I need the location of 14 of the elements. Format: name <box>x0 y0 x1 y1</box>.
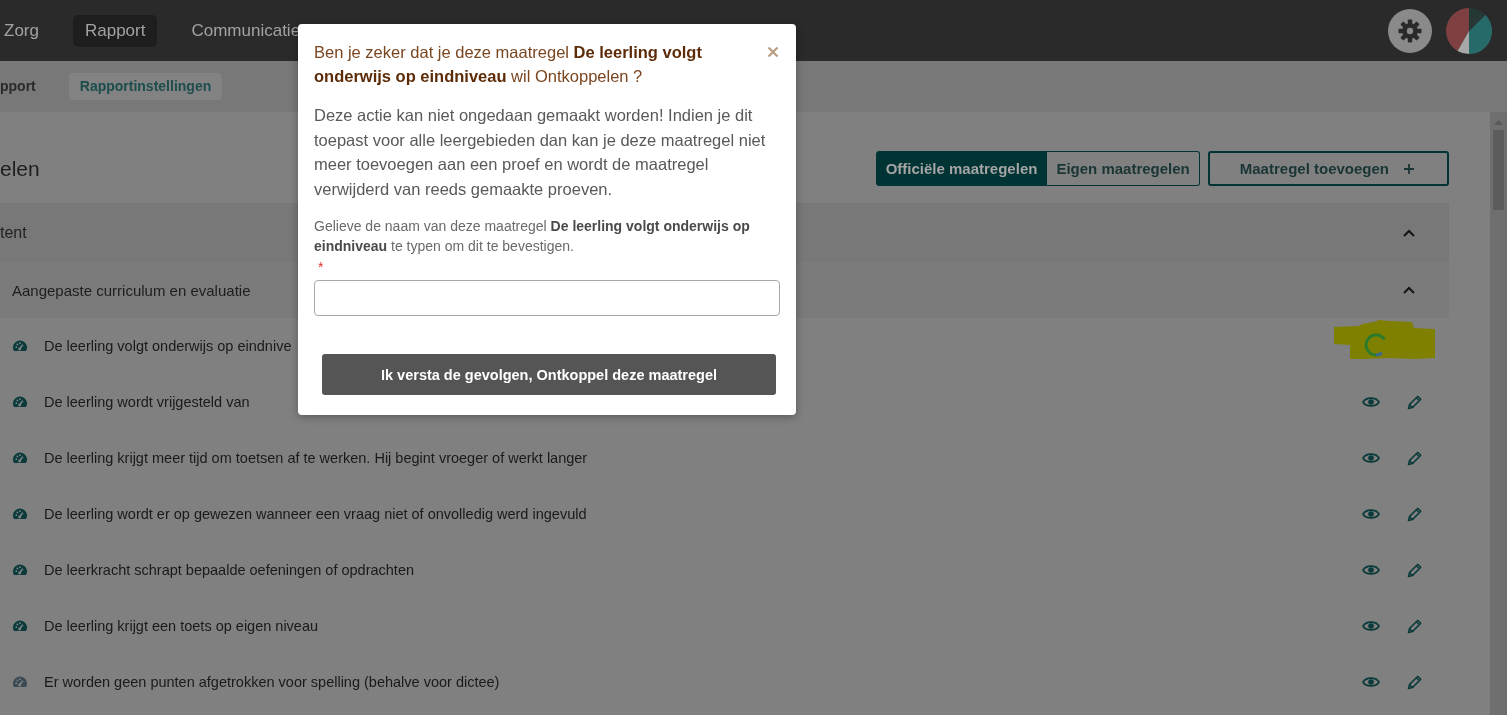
measure-text: De leerling wordt er op gewezen wanneer een vraag niet of onvolledig werd ingevuld <box>44 506 587 522</box>
measure-text: De leerling krijgt meer tijd om toetsen af te werken. Hij begint vroeger of werkt langer <box>44 450 588 466</box>
dialog-title: Ben je zeker dat je deze maatregel De leerling volgt onderwijs op eindniveau wil Ontkoppelen ? <box>314 42 703 87</box>
required-mark: * <box>318 259 324 275</box>
measure-text: De leerkracht schrapt bepaalde oefeningen of opdrachten <box>44 562 414 578</box>
measure-text: De leerling krijgt een toets op eigen niveau <box>44 618 319 634</box>
warning-message: Deze actie kan niet ongedaan gemaakt worden! Indien je dit toepast voor alle leergebieden dan kan je deze maatregel niet meer toevoegen aan een proef en wordt de maatregel verwijderd van reeds gemaakte proeven. <box>314 105 767 200</box>
confirm-instruction: Gelieve de naam van deze maatregel De leerling volgt onderwijs op eindniveau te typen om dit te bevestigen. <box>314 217 751 256</box>
measure-text: De leerling volgt onderwijs op eindnive <box>44 338 292 354</box>
measure-text: De leerling wordt vrijgesteld van <box>44 394 250 410</box>
subsection-title: Aangepaste curriculum en evaluatie <box>12 281 251 299</box>
measure-text: Er worden geen punten afgetrokken voor spelling (behalve voor dictee) <box>44 674 500 690</box>
section-title: tent <box>0 223 27 242</box>
page-title: elen <box>0 156 40 181</box>
